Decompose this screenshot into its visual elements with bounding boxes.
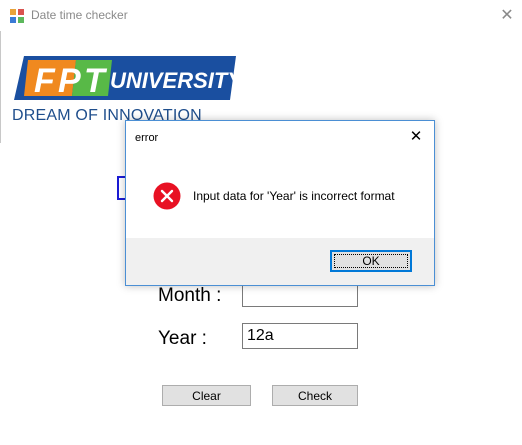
logo-letter-t: T — [84, 62, 108, 100]
panel-divider — [0, 31, 1, 143]
logo-word: UNIVERSITY — [110, 68, 238, 93]
error-dialog: error ✕ Input data for 'Year' is incorre… — [125, 120, 435, 286]
app-icon — [10, 9, 24, 23]
window-title: Date time checker — [31, 8, 128, 22]
dialog-close-button[interactable]: ✕ — [406, 127, 426, 147]
close-window-button[interactable]: ✕ — [492, 0, 522, 31]
error-icon — [153, 182, 181, 210]
check-button[interactable]: Check — [272, 385, 358, 406]
month-input[interactable] — [242, 284, 358, 307]
month-label: Month : — [158, 285, 222, 306]
year-input[interactable] — [242, 323, 358, 349]
clear-button[interactable]: Clear — [162, 385, 251, 406]
logo-letter-p: P — [58, 62, 81, 100]
dialog-button-bar: OK — [126, 238, 434, 285]
logo-letter-f: F — [34, 62, 56, 100]
year-label: Year : — [158, 328, 207, 349]
title-bar: Date time checker ✕ — [0, 0, 522, 31]
ok-button[interactable]: OK — [330, 250, 412, 272]
focus-rectangle — [334, 254, 408, 268]
dialog-message: Input data for 'Year' is incorrect forma… — [193, 189, 395, 203]
dialog-title: error — [135, 132, 159, 144]
